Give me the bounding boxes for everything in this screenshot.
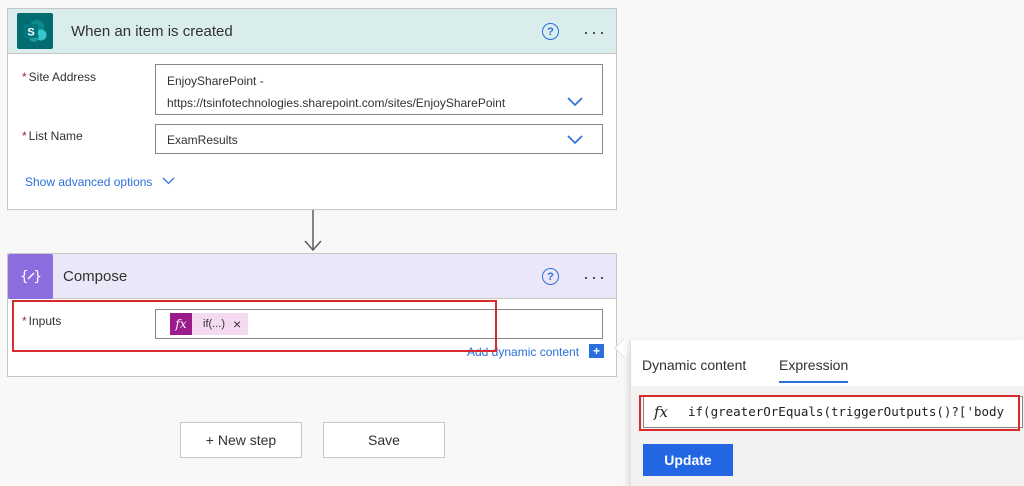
- tab-dynamic-content[interactable]: Dynamic content: [642, 357, 746, 373]
- list-name-label: * List Name: [22, 129, 83, 143]
- new-step-button[interactable]: + New step: [180, 422, 302, 458]
- svg-text:S: S: [27, 27, 34, 39]
- chevron-down-icon[interactable]: [567, 97, 583, 107]
- svg-text:{ }: { }: [19, 269, 41, 285]
- list-name-value: ExamResults: [167, 133, 238, 147]
- trigger-title: When an item is created: [71, 22, 233, 40]
- required-mark: *: [22, 129, 27, 143]
- compose-title: Compose: [63, 267, 128, 285]
- compose-card-header[interactable]: { } Compose ? ···: [8, 253, 616, 299]
- connector-arrow-icon: [304, 210, 322, 252]
- sharepoint-icon: S: [17, 13, 53, 49]
- site-address-value-line1: EnjoySharePoint -: [167, 74, 264, 88]
- chevron-down-icon[interactable]: [567, 135, 583, 145]
- tab-expression[interactable]: Expression: [779, 357, 849, 383]
- site-address-value-line2: https://tsinfotechnologies.sharepoint.co…: [167, 96, 506, 110]
- site-address-label: * Site Address: [22, 70, 97, 84]
- required-mark: *: [22, 70, 27, 84]
- site-address-dropdown[interactable]: EnjoySharePoint - https://tsinfotechnolo…: [155, 64, 603, 115]
- inputs-highlight: [12, 300, 497, 352]
- more-options-icon[interactable]: ···: [583, 268, 607, 286]
- trigger-card: S When an item is created ? ··· * Site Ad…: [7, 8, 617, 210]
- list-name-dropdown[interactable]: ExamResults: [155, 124, 603, 154]
- add-dynamic-content-icon[interactable]: +: [589, 344, 604, 358]
- show-advanced-options-link[interactable]: Show advanced options: [25, 175, 152, 189]
- expression-highlight: [639, 395, 1020, 431]
- save-button[interactable]: Save: [323, 422, 445, 458]
- help-icon[interactable]: ?: [542, 23, 559, 40]
- chevron-down-icon[interactable]: [162, 177, 175, 185]
- more-options-icon[interactable]: ···: [583, 23, 607, 41]
- update-button[interactable]: Update: [643, 444, 733, 476]
- help-icon[interactable]: ?: [542, 268, 559, 285]
- trigger-card-header[interactable]: S When an item is created ? ···: [8, 9, 616, 54]
- compose-icon: { }: [8, 253, 53, 299]
